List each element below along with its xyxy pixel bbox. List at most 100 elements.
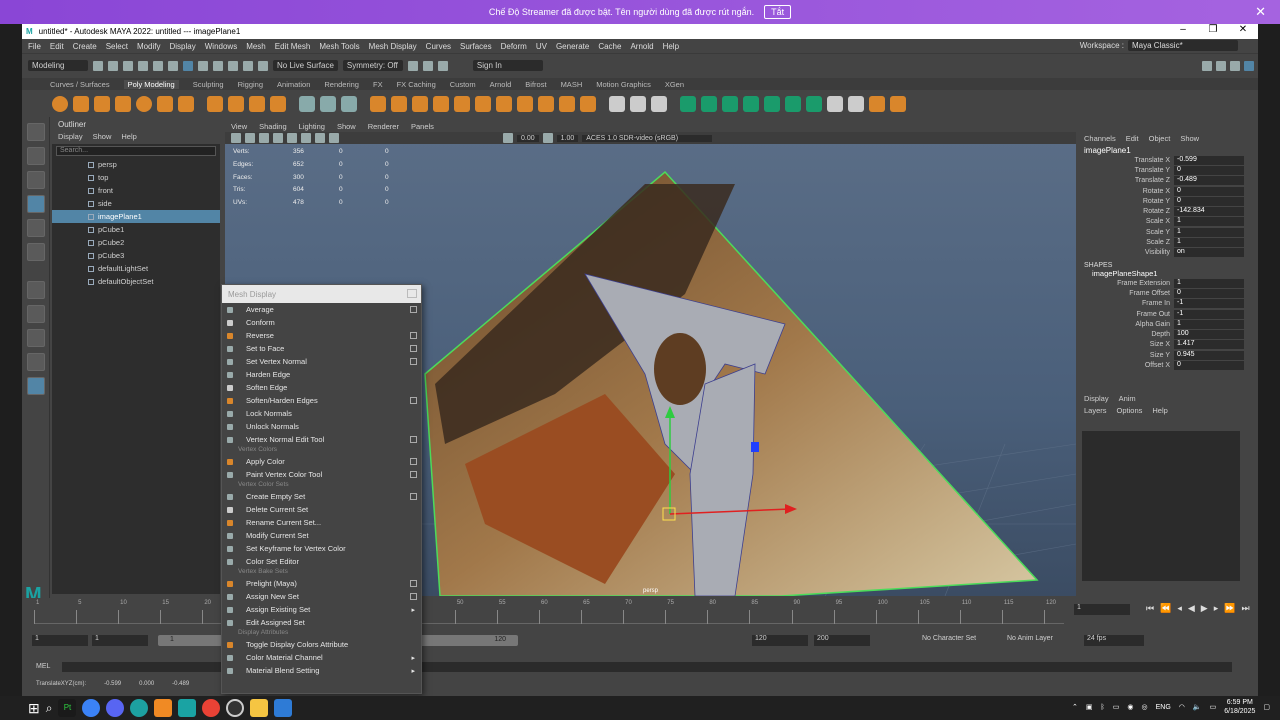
shadows-icon[interactable] — [301, 133, 311, 143]
menu-item-unlock-normals[interactable]: Unlock Normals — [222, 420, 421, 433]
menu-windows[interactable]: Windows — [205, 42, 237, 51]
lights-icon[interactable] — [287, 133, 297, 143]
tool-settings-icon[interactable] — [1230, 60, 1240, 71]
outliner-item[interactable]: top — [52, 171, 220, 184]
live-surface-dropdown[interactable]: No Live Surface — [273, 60, 338, 71]
menu-item-assign-existing-set[interactable]: Assign Existing Set ▸ — [222, 603, 421, 616]
select-faces-icon[interactable] — [680, 95, 696, 112]
tray-steam-icon[interactable]: ◎ — [1141, 703, 1147, 711]
menu-item-average[interactable]: Average — [222, 303, 421, 316]
exposure-value[interactable]: 0.00 — [517, 134, 539, 142]
attribute-editor-icon[interactable] — [1216, 60, 1226, 71]
menu-item-color-material-channel[interactable]: Color Material Channel ▸ — [222, 651, 421, 664]
sign-in-button[interactable]: Sign In — [472, 60, 543, 71]
channel-row[interactable]: Offset X 0 — [1078, 360, 1244, 370]
select-tool-icon[interactable] — [26, 123, 45, 141]
maximize-icon[interactable]: ❐ — [1198, 24, 1228, 35]
banner-turn-off-button[interactable]: Tắt — [764, 5, 792, 19]
colorspace-dropdown[interactable]: ACES 1.0 SDR-video (sRGB) — [582, 134, 713, 142]
menu-item-create-empty-set[interactable]: Create Empty Set — [222, 490, 421, 503]
menu-file[interactable]: File — [28, 42, 41, 51]
channel-value-field[interactable]: 1 — [1174, 238, 1244, 248]
menu-deform[interactable]: Deform — [501, 42, 527, 51]
range-end-field[interactable]: 120 — [752, 635, 808, 646]
layer-menu-options[interactable]: Options — [1117, 406, 1143, 415]
menu-help[interactable]: Help — [663, 42, 679, 51]
poly-plane-icon[interactable] — [157, 95, 173, 112]
channel-row[interactable]: Scale X 1 — [1078, 217, 1244, 227]
new-scene-icon[interactable] — [93, 60, 103, 71]
isolate-select-icon[interactable] — [315, 133, 325, 143]
four-view-layout-icon[interactable] — [26, 329, 45, 347]
menu-arnold[interactable]: Arnold — [630, 42, 653, 51]
notifications-icon[interactable]: ▢ — [1263, 703, 1270, 711]
start-frame-field[interactable]: 1 — [32, 635, 88, 646]
menu-item-set-to-face[interactable]: Set to Face — [222, 342, 421, 355]
layer-menu-help[interactable]: Help — [1152, 406, 1167, 415]
select-hierarchy-icon[interactable] — [168, 60, 178, 71]
menu-mesh-tools[interactable]: Mesh Tools — [319, 42, 359, 51]
scale-tool-icon[interactable] — [26, 243, 45, 261]
poly-cylinder-icon[interactable] — [94, 95, 110, 112]
type-tool-icon[interactable] — [249, 95, 265, 112]
menu-item-lock-normals[interactable]: Lock Normals — [222, 407, 421, 420]
select-object-icon[interactable] — [183, 60, 193, 71]
channel-row[interactable]: Size Y 0.945 — [1078, 350, 1244, 360]
channel-row[interactable]: Scale Y 1 — [1078, 227, 1244, 237]
shelf-tab-fx-caching[interactable]: FX Caching — [397, 80, 436, 89]
insert-edge-loop-icon[interactable] — [538, 95, 554, 112]
pt-app-icon[interactable]: Pt — [58, 699, 77, 717]
menu-item-toggle-display-colors-attribute[interactable]: Toggle Display Colors Attribute — [222, 638, 421, 651]
boolean-icon[interactable] — [433, 95, 449, 112]
current-frame-field[interactable]: 1 — [1074, 604, 1130, 615]
option-box-icon[interactable] — [410, 493, 417, 500]
outliner-item[interactable]: front — [52, 184, 220, 197]
end-frame-field[interactable]: 200 — [814, 635, 870, 646]
step-back-frame-icon[interactable]: ◂ — [1177, 603, 1182, 614]
outliner-menu-show[interactable]: Show — [93, 132, 112, 144]
single-perspective-layout-icon[interactable] — [26, 305, 45, 323]
file-explorer-icon[interactable] — [250, 699, 269, 717]
banner-close-icon[interactable]: ✕ — [1255, 4, 1266, 20]
outliner-item[interactable]: defaultObjectSet — [52, 275, 220, 288]
rotate-tool-icon[interactable] — [26, 219, 45, 237]
menu-uv[interactable]: UV — [536, 42, 547, 51]
menu-curves[interactable]: Curves — [426, 42, 451, 51]
popup-close-icon[interactable] — [407, 289, 417, 298]
menu-item-soften-edge[interactable]: Soften Edge — [222, 381, 421, 394]
bluetooth-icon[interactable]: ᛒ — [1101, 704, 1105, 711]
poly-cube-icon[interactable] — [73, 95, 89, 112]
shelf-tab-arnold[interactable]: Arnold — [490, 80, 512, 89]
channel-row[interactable]: Size X 1.417 — [1078, 340, 1244, 350]
range-start-field[interactable]: 1 — [92, 635, 148, 646]
layer-menu-layers[interactable]: Layers — [1084, 406, 1107, 415]
shelf-tab-rendering[interactable]: Rendering — [324, 80, 359, 89]
popup-title-bar[interactable]: Mesh Display — [222, 285, 421, 303]
step-forward-frame-icon[interactable]: ▸ — [1214, 603, 1219, 614]
snap-point-icon[interactable] — [243, 60, 253, 71]
channel-row[interactable]: Rotate X 0 — [1078, 186, 1244, 196]
snap-view-icon[interactable] — [258, 60, 268, 71]
xray-icon[interactable] — [329, 133, 339, 143]
menu-display[interactable]: Display — [170, 42, 196, 51]
bridge-icon[interactable] — [496, 95, 512, 112]
minimize-icon[interactable]: – — [1168, 24, 1198, 35]
chrome-icon[interactable] — [202, 699, 221, 717]
outliner-menu-display[interactable]: Display — [58, 132, 83, 144]
workspace-dropdown[interactable]: Maya Classic* — [1128, 40, 1238, 51]
menu-generate[interactable]: Generate — [556, 42, 589, 51]
option-box-icon[interactable] — [410, 306, 417, 313]
step-forward-key-icon[interactable]: ⏩ — [1224, 603, 1235, 614]
outliner-item[interactable]: imagePlane1 — [52, 210, 220, 223]
paint-select-icon[interactable] — [26, 171, 45, 189]
obs-icon[interactable] — [226, 699, 245, 717]
mode-dropdown[interactable]: Modeling — [28, 60, 88, 71]
battery-icon[interactable]: ▭ — [1210, 703, 1217, 711]
viewport-menu-shading[interactable]: Shading — [259, 122, 287, 131]
mel-label[interactable]: MEL — [36, 663, 50, 670]
channel-value-field[interactable]: -0.489 — [1174, 176, 1244, 186]
channel-row[interactable]: Rotate Y 0 — [1078, 196, 1244, 206]
svg-tool-icon[interactable] — [270, 95, 286, 112]
channel-value-field[interactable]: 1 — [1174, 217, 1244, 227]
menu-item-color-set-editor[interactable]: Color Set Editor — [222, 555, 421, 568]
